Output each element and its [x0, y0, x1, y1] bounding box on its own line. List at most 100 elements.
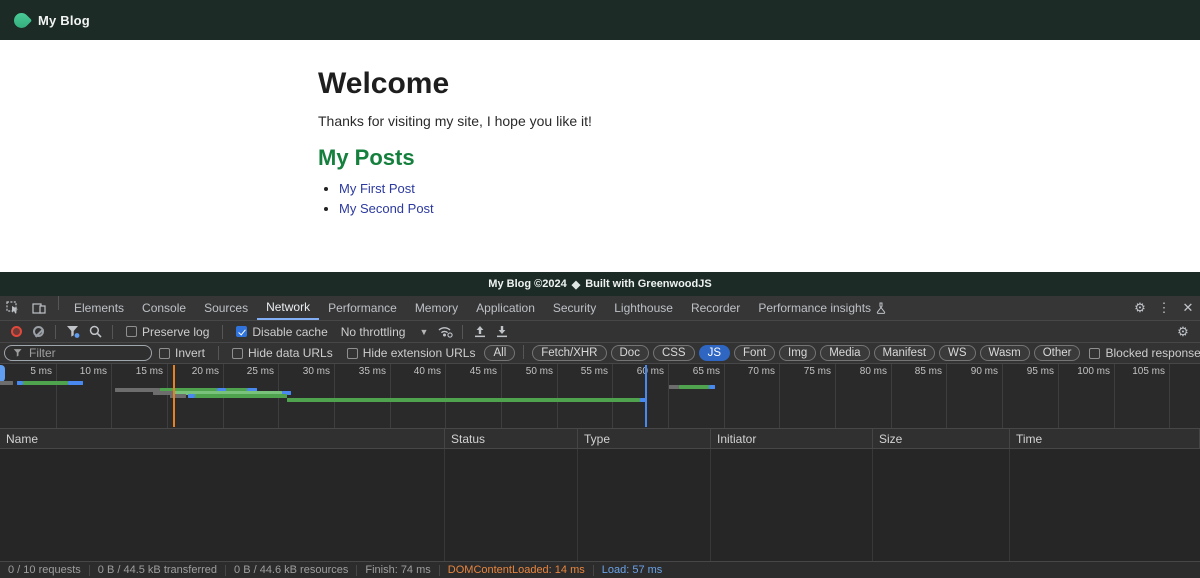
- requests-table-header: NameStatusTypeInitiatorSizeTime: [0, 429, 1200, 449]
- checkbox-unchecked: [126, 326, 137, 337]
- page-content: Welcome Thanks for visiting my site, I h…: [0, 40, 940, 216]
- kebab-menu-icon[interactable]: ⋮: [1152, 296, 1176, 320]
- tab-lighthouse[interactable]: Lighthouse: [605, 296, 682, 320]
- column-header-time[interactable]: Time: [1010, 429, 1200, 448]
- posts-heading: My Posts: [318, 145, 940, 171]
- devtools-tabs: ElementsConsole Sources Network Performance…: [65, 296, 895, 320]
- tab-sources[interactable]: Sources: [195, 296, 257, 320]
- tab-elements[interactable]: Elements: [65, 296, 133, 320]
- chevron-down-icon: ▼: [419, 327, 428, 337]
- tab-security[interactable]: Security: [544, 296, 605, 320]
- status-bar-item: 0 B / 44.5 kB transferred: [90, 565, 226, 576]
- status-bar-item: Finish: 74 ms: [357, 565, 439, 576]
- type-pill-manifest[interactable]: Manifest: [874, 345, 935, 361]
- throttling-value: No throttling: [341, 325, 406, 339]
- ruler-tick-label: 45 ms: [445, 366, 497, 377]
- close-devtools-icon[interactable]: ✕: [1176, 296, 1200, 320]
- post-link[interactable]: My First Post: [339, 181, 415, 196]
- type-pill-wasm[interactable]: Wasm: [980, 345, 1030, 361]
- waterfall-bar-segment: [287, 398, 640, 402]
- request-type-pills: All Fetch/XHR DocCSSJSFontImgMedia Manifest…: [482, 345, 1082, 361]
- tab-recorder[interactable]: Recorder: [682, 296, 749, 320]
- blocked-response-cookies-label: Blocked response cookies: [1105, 346, 1200, 360]
- type-pill-fetch-xhr[interactable]: Fetch/XHR: [532, 345, 606, 361]
- tab-console[interactable]: Console: [133, 296, 195, 320]
- ruler-tick-label: 40 ms: [389, 366, 441, 377]
- divider: [218, 346, 219, 360]
- clear-network-log-button[interactable]: [27, 322, 49, 342]
- waterfall-bar-segment: [195, 394, 287, 398]
- settings-gear-icon[interactable]: ⚙: [1128, 296, 1152, 320]
- site-footer: My Blog ©2024 ◆ Built with GreenwoodJS: [0, 272, 1200, 296]
- network-overview-timeline[interactable]: 5 ms10 ms15 ms20 ms25 ms30 ms35 ms40 ms4…: [0, 364, 1200, 429]
- ruler-tick-label: 105 ms: [1113, 366, 1165, 377]
- waterfall-bar-segment: [17, 381, 24, 385]
- ruler-gridline: [1169, 364, 1170, 428]
- blocked-response-cookies-checkbox[interactable]: Blocked response cookies: [1089, 346, 1200, 360]
- requests-table-body[interactable]: [0, 449, 1200, 561]
- tab-memory[interactable]: Memory: [406, 296, 467, 320]
- tab-label: Sources: [204, 301, 248, 315]
- record-network-log-button[interactable]: [5, 322, 27, 342]
- post-link[interactable]: My Second Post: [339, 201, 434, 216]
- hide-data-urls-checkbox[interactable]: Hide data URLs: [232, 346, 333, 360]
- footer-text-left: My Blog ©2024: [488, 278, 566, 290]
- type-pill-doc[interactable]: Doc: [611, 345, 649, 361]
- type-pill-ws[interactable]: WS: [939, 345, 976, 361]
- tab-network[interactable]: Network: [257, 296, 319, 320]
- ruler-tick-label: 10 ms: [55, 366, 107, 377]
- network-conditions-icon[interactable]: [434, 322, 456, 342]
- tab-label: Performance insights: [758, 301, 871, 315]
- ruler-tick-label: 55 ms: [556, 366, 608, 377]
- checkbox-unchecked: [159, 348, 170, 359]
- column-header-type[interactable]: Type: [578, 429, 711, 448]
- type-pill-all[interactable]: All: [484, 345, 515, 361]
- network-filterbar: Filter Invert Hide data URLs Hide extens…: [0, 343, 1200, 364]
- filter-funnel-icon[interactable]: [62, 322, 84, 342]
- tab-label: Performance: [328, 301, 397, 315]
- filter-input[interactable]: Filter: [4, 345, 152, 361]
- column-divider: [872, 449, 873, 561]
- tab-performance[interactable]: Performance: [319, 296, 406, 320]
- ruler-tick-label: 5 ms: [0, 366, 52, 377]
- inspect-element-icon[interactable]: [0, 296, 26, 320]
- device-toolbar-icon[interactable]: [26, 296, 52, 320]
- type-pill-font[interactable]: Font: [734, 345, 775, 361]
- import-har-icon[interactable]: [469, 322, 491, 342]
- tab-performance-insights[interactable]: Performance insights: [749, 296, 895, 320]
- waterfall-bar-segment: [679, 385, 709, 389]
- column-header-initiator[interactable]: Initiator: [711, 429, 873, 448]
- tab-label: Application: [476, 301, 535, 315]
- export-har-icon[interactable]: [491, 322, 513, 342]
- tab-label: Lighthouse: [614, 301, 673, 315]
- waterfall-bar-segment: [709, 385, 715, 389]
- type-pill-img[interactable]: Img: [779, 345, 816, 361]
- devtools-panel: ElementsConsole Sources Network Performance…: [0, 296, 1200, 578]
- ruler-tick-label: 85 ms: [890, 366, 942, 377]
- type-pill-css[interactable]: CSS: [653, 345, 695, 361]
- column-divider: [710, 449, 711, 561]
- column-header-size[interactable]: Size: [873, 429, 1010, 448]
- hide-extension-urls-checkbox[interactable]: Hide extension URLs: [347, 346, 476, 360]
- load-marker-line: [645, 365, 647, 427]
- hide-data-urls-label: Hide data URLs: [248, 346, 333, 360]
- type-pill-js[interactable]: JS: [699, 345, 730, 361]
- ruler-tick-label: 60 ms: [612, 366, 664, 377]
- greenwood-diamond-icon: ◆: [572, 278, 580, 291]
- search-icon[interactable]: [84, 322, 106, 342]
- network-settings-gear-icon[interactable]: ⚙: [1171, 320, 1195, 344]
- disable-cache-checkbox[interactable]: Disable cache: [236, 325, 327, 339]
- invert-checkbox[interactable]: Invert: [159, 346, 205, 360]
- ruler-tick-label: 25 ms: [222, 366, 274, 377]
- column-header-name[interactable]: Name: [0, 429, 445, 448]
- tabbar-right-controls: ⚙ ⋮ ✕: [1128, 296, 1200, 320]
- type-pill-other[interactable]: Other: [1034, 345, 1081, 361]
- site-title: My Blog: [38, 13, 90, 28]
- throttling-dropdown[interactable]: No throttling ▼: [335, 325, 435, 339]
- checkbox-unchecked: [347, 348, 358, 359]
- type-pill-media[interactable]: Media: [820, 345, 869, 361]
- tab-application[interactable]: Application: [467, 296, 544, 320]
- column-header-status[interactable]: Status: [445, 429, 578, 448]
- preserve-log-checkbox[interactable]: Preserve log: [126, 325, 209, 339]
- intro-text: Thanks for visiting my site, I hope you …: [318, 113, 940, 129]
